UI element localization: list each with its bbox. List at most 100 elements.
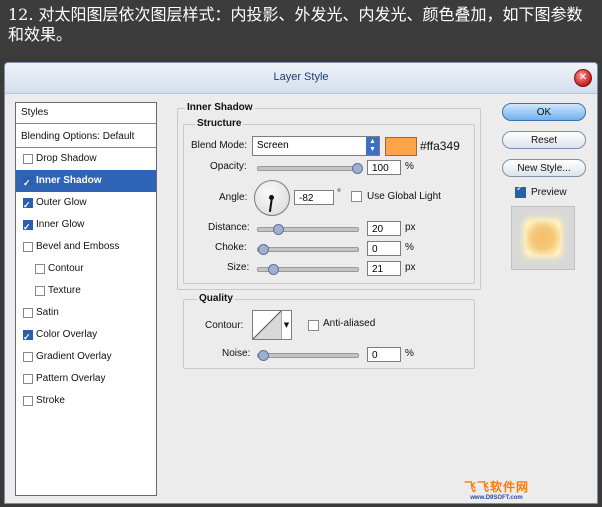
opacity-slider[interactable]: [257, 163, 363, 174]
style-item-label: Stroke: [36, 395, 65, 406]
style-item-label: Gradient Overlay: [36, 351, 112, 362]
anti-aliased-checkbox[interactable]: [308, 320, 319, 331]
preview-label: Preview: [531, 187, 567, 198]
outer-glow-checkbox[interactable]: [23, 194, 33, 216]
use-global-light-label: Use Global Light: [367, 191, 441, 202]
distance-slider[interactable]: [257, 224, 359, 235]
choke-slider-thumb[interactable]: [258, 244, 269, 255]
style-item-label: Bevel and Emboss: [36, 241, 120, 252]
angle-dial[interactable]: [254, 180, 290, 216]
style-item-satin[interactable]: Satin: [16, 302, 156, 324]
size-slider-thumb[interactable]: [268, 264, 279, 275]
styles-header[interactable]: Styles: [16, 103, 156, 124]
style-item-drop-shadow[interactable]: Drop Shadow: [16, 148, 156, 170]
structure-title: Structure: [195, 118, 244, 129]
contour-dropdown-icon[interactable]: ▼: [281, 311, 291, 339]
style-item-label: Inner Glow: [36, 219, 85, 230]
noise-slider[interactable]: [257, 350, 359, 361]
dialog-content: Styles Blending Options: Default Drop Sh…: [5, 94, 597, 503]
opacity-input[interactable]: 100: [367, 160, 401, 175]
opacity-unit: %: [405, 161, 414, 172]
watermark-line1: 飞飞软件网: [463, 480, 529, 494]
site-watermark: 飞飞软件网 www.D9SOFT.com: [464, 478, 529, 501]
angle-dial-center: [269, 195, 274, 200]
noise-unit: %: [405, 348, 414, 359]
shadow-color-swatch[interactable]: [385, 137, 417, 156]
satin-checkbox[interactable]: [23, 308, 33, 318]
close-icon[interactable]: ✕: [574, 69, 592, 87]
style-item-label: Satin: [36, 307, 59, 318]
contour-curve-icon: [253, 311, 281, 339]
style-item-label: Color Overlay: [36, 329, 98, 340]
size-label: Size:: [227, 262, 250, 273]
style-item-color-overlay[interactable]: Color Overlay: [16, 324, 156, 348]
new-style-button[interactable]: New Style...: [502, 159, 586, 177]
choke-slider[interactable]: [257, 244, 359, 255]
anti-aliased-label: Anti-aliased: [323, 318, 376, 329]
choke-unit: %: [405, 242, 414, 253]
quality-title: Quality: [197, 293, 235, 304]
preview-checkbox[interactable]: [515, 184, 526, 198]
drop-shadow-checkbox[interactable]: [23, 154, 33, 164]
size-slider[interactable]: [257, 264, 359, 275]
title-bar: Layer Style ✕: [5, 63, 597, 94]
blending-options-item[interactable]: Blending Options: Default: [16, 127, 156, 148]
stroke-checkbox[interactable]: [23, 396, 33, 406]
style-item-pattern-overlay[interactable]: Pattern Overlay: [16, 368, 156, 390]
style-item-label: Outer Glow: [36, 197, 87, 208]
distance-unit: px: [405, 222, 416, 233]
angle-input[interactable]: -82: [294, 190, 334, 205]
bevel-emboss-checkbox[interactable]: [23, 242, 33, 252]
noise-slider-thumb[interactable]: [258, 350, 269, 361]
inner-shadow-checkbox[interactable]: [23, 172, 33, 194]
inner-shadow-title: Inner Shadow: [185, 102, 255, 113]
style-item-label: Contour: [48, 263, 84, 274]
style-item-inner-shadow[interactable]: Inner Shadow: [16, 170, 156, 194]
ok-button[interactable]: OK: [502, 103, 586, 121]
color-overlay-checkbox[interactable]: [23, 326, 33, 348]
size-input[interactable]: 21: [367, 261, 401, 276]
preview-swatch: [526, 221, 560, 255]
blend-mode-label: Blend Mode:: [191, 140, 248, 151]
style-item-label: Texture: [48, 285, 81, 296]
distance-input[interactable]: 20: [367, 221, 401, 236]
choke-label: Choke:: [215, 242, 247, 253]
noise-label: Noise:: [222, 348, 251, 359]
distance-slider-thumb[interactable]: [273, 224, 284, 235]
contour-picker[interactable]: ▼: [252, 310, 292, 340]
angle-unit: °: [337, 188, 341, 199]
texture-checkbox[interactable]: [35, 286, 45, 296]
style-item-contour[interactable]: Contour: [16, 258, 156, 280]
style-item-stroke[interactable]: Stroke: [16, 390, 156, 412]
style-item-gradient-overlay[interactable]: Gradient Overlay: [16, 346, 156, 368]
blend-mode-select[interactable]: Screen ▲ ▼: [252, 136, 380, 156]
style-item-bevel-emboss[interactable]: Bevel and Emboss: [16, 236, 156, 258]
reset-button[interactable]: Reset: [502, 131, 586, 149]
choke-input[interactable]: 0: [367, 241, 401, 256]
style-item-inner-glow[interactable]: Inner Glow: [16, 214, 156, 238]
distance-label: Distance:: [208, 222, 250, 233]
size-unit: px: [405, 262, 416, 273]
window-title: Layer Style: [273, 71, 329, 83]
opacity-label: Opacity:: [210, 161, 247, 172]
inner-glow-checkbox[interactable]: [23, 216, 33, 238]
styles-list: Styles Blending Options: Default Drop Sh…: [15, 102, 157, 496]
watermark-line2: www.D9SOFT.com: [470, 495, 523, 501]
gradient-overlay-checkbox[interactable]: [23, 352, 33, 362]
contour-checkbox[interactable]: [35, 264, 45, 274]
style-item-outer-glow[interactable]: Outer Glow: [16, 192, 156, 216]
contour-label: Contour:: [205, 320, 244, 331]
pattern-overlay-checkbox[interactable]: [23, 374, 33, 384]
shadow-color-hex: #ffa349: [420, 139, 460, 153]
style-item-label: Pattern Overlay: [36, 373, 106, 384]
blend-mode-value: Screen: [257, 140, 289, 151]
style-item-label: Drop Shadow: [36, 153, 97, 164]
angle-label: Angle:: [219, 192, 248, 203]
layer-style-dialog: Layer Style ✕ Styles Blending Options: D…: [4, 62, 598, 504]
opacity-slider-thumb[interactable]: [352, 163, 363, 174]
select-arrows-icon: ▲ ▼: [366, 137, 379, 155]
noise-input[interactable]: 0: [367, 347, 401, 362]
tutorial-caption: 12. 对太阳图层依次图层样式：内投影、外发光、内发光、颜色叠加，如下图参数和效…: [0, 0, 602, 57]
style-item-texture[interactable]: Texture: [16, 280, 156, 302]
use-global-light-checkbox[interactable]: [351, 191, 362, 202]
